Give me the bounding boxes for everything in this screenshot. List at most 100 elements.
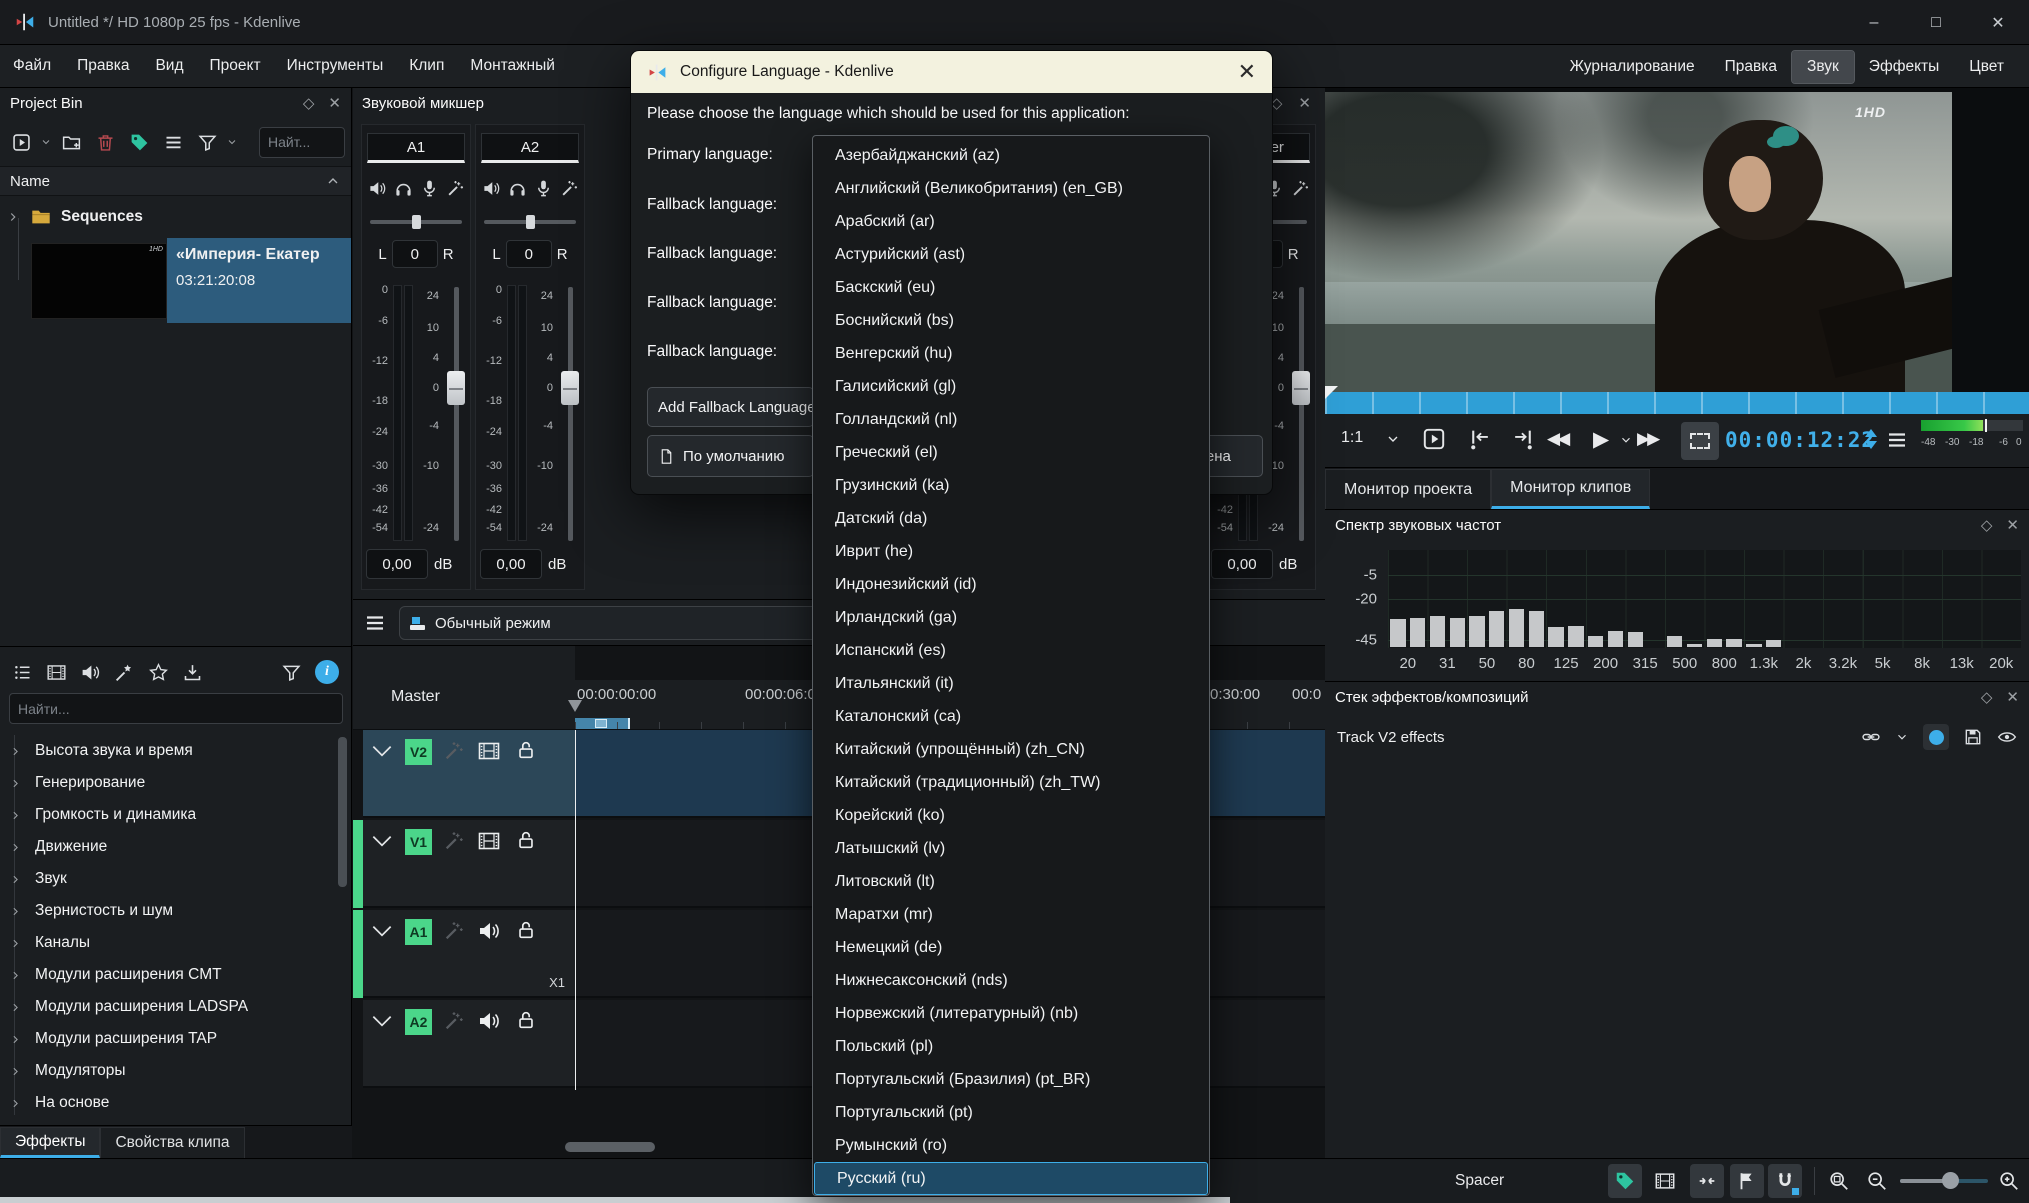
show-keyframes-icon[interactable]: [1997, 727, 2017, 747]
language-option[interactable]: Немецкий (de): [813, 931, 1209, 964]
language-option[interactable]: Китайский (упрощённый) (zh_CN): [813, 733, 1209, 766]
video-effects-icon[interactable]: [46, 662, 67, 683]
zoom-in-button[interactable]: [1992, 1164, 2026, 1198]
effects-scrollbar[interactable]: [338, 737, 347, 887]
monitor-zoom-level[interactable]: 1:1: [1341, 429, 1363, 447]
play-dropdown-icon[interactable]: [1619, 433, 1633, 447]
audio-effects-icon[interactable]: [80, 662, 101, 683]
timeline-hscrollbar[interactable]: [565, 1142, 655, 1152]
close-panel-icon[interactable]: ✕: [2006, 516, 2019, 534]
workspace-Журналирование[interactable]: Журналирование: [1555, 51, 1710, 83]
rewind-icon[interactable]: ◀◀: [1547, 429, 1567, 449]
workspace-Цвет[interactable]: Цвет: [1954, 51, 2019, 83]
custom-effects-icon[interactable]: [114, 662, 135, 683]
dialog-titlebar[interactable]: Configure Language - Kdenlive ✕: [631, 51, 1272, 93]
track-head-V2[interactable]: V2: [363, 730, 575, 818]
show-all-effects-icon[interactable]: [12, 662, 33, 683]
audio-thumbnails-toggle-button[interactable]: [1690, 1164, 1724, 1198]
markers-toggle-button[interactable]: [1730, 1164, 1764, 1198]
effect-category[interactable]: Модули расширения CMT: [0, 959, 351, 991]
balance-spinbox[interactable]: 0: [392, 240, 438, 268]
monitor-icon[interactable]: [394, 179, 413, 198]
zone-out-icon[interactable]: [1511, 427, 1536, 452]
menu-item-Правка[interactable]: Правка: [64, 45, 142, 88]
seekbar-playhead[interactable]: [1325, 386, 1338, 399]
timeline-zoom-slider[interactable]: [1900, 1179, 1988, 1183]
track-label-V1[interactable]: V1: [405, 829, 432, 855]
tab-Монитор проекта[interactable]: Монитор проекта: [1325, 469, 1491, 509]
zoom-dropdown-icon[interactable]: [1385, 431, 1401, 447]
timeline-menu-icon[interactable]: [363, 611, 387, 635]
track-label-A1[interactable]: A1: [405, 919, 432, 945]
zoom-out-button[interactable]: [1860, 1164, 1894, 1198]
track-head-V1[interactable]: V1: [363, 820, 575, 908]
download-effects-icon[interactable]: [182, 662, 203, 683]
effect-category[interactable]: Модули расширения TAP: [0, 1023, 351, 1055]
language-option[interactable]: Испанский (es): [813, 634, 1209, 667]
language-option[interactable]: Каталонский (ca): [813, 700, 1209, 733]
gain-value[interactable]: 0,00: [480, 549, 542, 579]
maximize-button[interactable]: □: [1905, 0, 1967, 45]
dialog-close-icon[interactable]: ✕: [1238, 61, 1256, 83]
bin-name-column-header[interactable]: Name: [0, 166, 351, 196]
close-button[interactable]: ✕: [1967, 0, 2029, 45]
mute-icon[interactable]: [368, 179, 387, 198]
language-option[interactable]: Маратхи (mr): [813, 898, 1209, 931]
tab-Эффекты[interactable]: Эффекты: [0, 1127, 100, 1158]
language-option[interactable]: Литовский (lt): [813, 865, 1209, 898]
effects-filter-icon[interactable]: [281, 662, 302, 683]
favorite-effects-icon[interactable]: [148, 662, 169, 683]
volume-fader[interactable]: [1289, 283, 1313, 545]
monitor-icon[interactable]: [508, 179, 527, 198]
language-option[interactable]: Датский (da): [813, 502, 1209, 535]
fader-handle[interactable]: [447, 371, 465, 405]
language-option[interactable]: Голландский (nl): [813, 403, 1209, 436]
close-panel-icon[interactable]: ✕: [328, 94, 341, 112]
monitor-seekbar[interactable]: [1325, 392, 2029, 414]
language-option[interactable]: Баскский (eu): [813, 271, 1209, 304]
thumbnails-toggle-button[interactable]: [1648, 1164, 1682, 1198]
bin-search-input[interactable]: [259, 127, 345, 158]
language-option[interactable]: Польский (pl): [813, 1030, 1209, 1063]
track-label-V2[interactable]: V2: [405, 739, 432, 765]
float-panel-icon[interactable]: ◇: [303, 94, 315, 112]
tag-button[interactable]: [124, 127, 154, 157]
zone-in-icon[interactable]: [1467, 427, 1492, 452]
language-option[interactable]: Румынский (ro): [813, 1129, 1209, 1162]
language-option[interactable]: Китайский (традиционный) (zh_TW): [813, 766, 1209, 799]
menu-item-Инструменты[interactable]: Инструменты: [274, 45, 397, 88]
language-option[interactable]: Норвежский (литературный) (nb): [813, 997, 1209, 1030]
balance-handle[interactable]: [526, 215, 535, 229]
menu-item-Вид[interactable]: Вид: [142, 45, 196, 88]
monitor-timecode[interactable]: 00:00:12:22: [1725, 428, 1875, 452]
balance-handle[interactable]: [412, 215, 421, 229]
language-option[interactable]: Астурийский (ast): [813, 238, 1209, 271]
zone-mode-toggle[interactable]: [1681, 422, 1719, 460]
playhead-marker[interactable]: [568, 700, 582, 712]
close-panel-icon[interactable]: ✕: [2006, 688, 2019, 706]
zoom-fit-button[interactable]: [1822, 1164, 1856, 1198]
balance-slider[interactable]: [370, 215, 462, 229]
language-option[interactable]: Английский (Великобритания) (en_GB): [813, 172, 1209, 205]
volume-fader[interactable]: [444, 283, 468, 545]
effect-category[interactable]: Каналы: [0, 927, 351, 959]
save-effect-icon[interactable]: [1963, 727, 1983, 747]
menu-item-Монтажный[interactable]: Монтажный: [457, 45, 568, 88]
gain-value[interactable]: 0,00: [1211, 549, 1273, 579]
add-fallback-button[interactable]: Add Fallback Language: [647, 387, 814, 427]
effect-category[interactable]: Громкость и динамика: [0, 799, 351, 831]
zoom-slider-handle[interactable]: [1942, 1172, 1959, 1189]
fast-forward-icon[interactable]: ▶▶: [1637, 429, 1657, 449]
language-option[interactable]: Ирландский (ga): [813, 601, 1209, 634]
track-head-A1[interactable]: A1X1: [363, 910, 575, 998]
minimize-button[interactable]: –: [1843, 0, 1905, 45]
effects-search-input[interactable]: [9, 693, 343, 724]
bin-clip-row[interactable]: 1HD «Империя- Екатер 03:21:20:08: [0, 238, 351, 323]
mixer-channel-name[interactable]: A1: [367, 133, 465, 163]
workspace-Звук[interactable]: Звук: [1792, 51, 1854, 83]
link-icon[interactable]: [1861, 727, 1881, 747]
add-clip-button[interactable]: [6, 127, 36, 157]
language-option[interactable]: Корейский (ko): [813, 799, 1209, 832]
fader-handle[interactable]: [1292, 371, 1310, 405]
effects-icon[interactable]: [446, 179, 465, 198]
